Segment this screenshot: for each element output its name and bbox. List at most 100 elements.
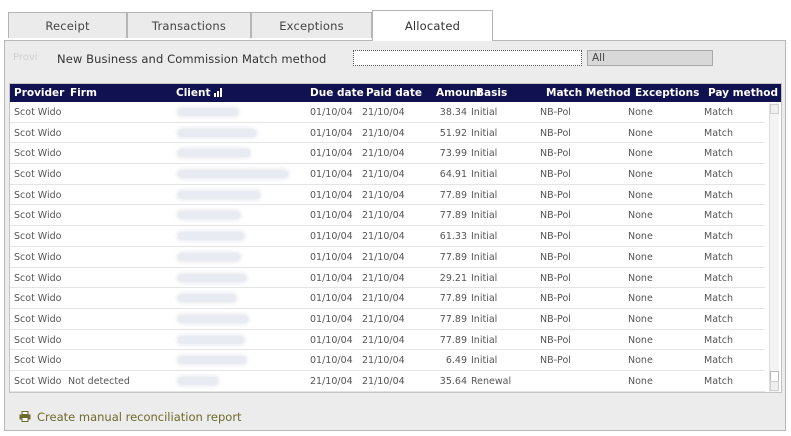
table-row[interactable]: Scot Wido 01/10/04 21/10/04 77.89 Initial NB-… bbox=[10, 205, 765, 227]
cell-client-redacted bbox=[178, 128, 256, 137]
cell-pay-method: Match bbox=[704, 231, 733, 243]
cell-exceptions: None bbox=[628, 107, 653, 118]
table-row[interactable]: Scot Wido 01/10/04 21/10/04 6.49 Initial NB-P… bbox=[10, 350, 765, 371]
col-client[interactable]: Client bbox=[176, 87, 223, 99]
cell-match-method: NB-Pol bbox=[540, 355, 571, 367]
cell-basis: Renewal bbox=[471, 375, 512, 387]
table-row[interactable]: Scot Wido Not detected 21/10/04 21/10/04 35.… bbox=[10, 370, 765, 392]
cell-due-date: 01/10/04 bbox=[310, 272, 353, 284]
cell-match-method: NB-Pol bbox=[540, 334, 571, 346]
tab-allocated[interactable]: Allocated bbox=[372, 10, 493, 41]
cell-due-date: 01/10/04 bbox=[310, 231, 353, 243]
cell-paid-date: 21/10/04 bbox=[362, 355, 405, 367]
cell-provider: Scot Wido bbox=[14, 127, 62, 139]
tab-exceptions[interactable]: Exceptions bbox=[251, 12, 372, 38]
table-header: Provider Firm Client Due date Paid date … bbox=[10, 84, 781, 102]
cell-basis: Initial bbox=[471, 107, 498, 118]
cell-provider: Scot Wido bbox=[14, 231, 62, 243]
bar-chart-sort-icon bbox=[213, 88, 222, 97]
cell-due-date: 01/10/04 bbox=[310, 210, 353, 222]
col-match-method[interactable]: Match Method bbox=[546, 87, 631, 99]
cell-provider: Scot Wido bbox=[14, 355, 62, 367]
col-provider[interactable]: Provider bbox=[14, 87, 64, 99]
cell-due-date: 01/10/04 bbox=[310, 313, 353, 325]
cell-provider: Scot Wido bbox=[14, 313, 62, 325]
table-row[interactable]: Scot Wido 01/10/04 21/10/04 77.89 Initial NB-… bbox=[10, 329, 765, 351]
col-pay-method[interactable]: Pay method bbox=[708, 87, 778, 99]
cell-exceptions: None bbox=[628, 375, 653, 387]
cell-exceptions: None bbox=[628, 148, 653, 160]
cell-client-redacted bbox=[178, 335, 244, 344]
cell-basis: Initial bbox=[471, 210, 498, 222]
cell-exceptions: None bbox=[628, 189, 653, 201]
tab-bar: Receipt Transactions Exceptions Allocate… bbox=[4, 8, 786, 41]
cell-exceptions: None bbox=[628, 293, 653, 305]
cell-due-date: 01/10/04 bbox=[310, 189, 353, 201]
cell-pay-method: Match bbox=[704, 251, 733, 263]
cell-paid-date: 21/10/04 bbox=[362, 293, 405, 305]
cell-exceptions: None bbox=[628, 169, 653, 181]
cell-client-redacted bbox=[178, 211, 240, 220]
cell-client-redacted bbox=[178, 356, 246, 365]
cell-paid-date: 21/10/04 bbox=[362, 127, 405, 139]
cell-client-redacted bbox=[178, 149, 250, 158]
cell-paid-date: 21/10/04 bbox=[362, 169, 405, 181]
col-basis[interactable]: Basis bbox=[476, 87, 507, 99]
col-firm[interactable]: Firm bbox=[70, 87, 97, 99]
printer-icon[interactable] bbox=[19, 411, 31, 422]
cell-amount: 6.49 bbox=[445, 355, 467, 367]
allocated-screen: Receipt Transactions Exceptions Allocate… bbox=[0, 0, 791, 436]
cell-basis: Initial bbox=[471, 313, 498, 325]
cell-client-redacted bbox=[178, 314, 248, 323]
table-row[interactable]: Scot Wido 01/10/04 21/10/04 29.21 Initial NB-… bbox=[10, 267, 765, 289]
cell-exceptions: None bbox=[628, 272, 653, 284]
tab-receipt[interactable]: Receipt bbox=[8, 12, 127, 38]
match-method-select[interactable]: All bbox=[587, 50, 713, 66]
table-row[interactable]: Scot Wido 01/10/04 21/10/04 73.99 Initial NB-… bbox=[10, 143, 765, 165]
tab-transactions[interactable]: Transactions bbox=[127, 12, 251, 38]
cell-match-method: NB-Pol bbox=[540, 251, 571, 263]
cell-provider: Scot Wido bbox=[14, 189, 62, 201]
allocated-panel: Provi New Business and Commission Match … bbox=[4, 40, 786, 431]
cell-exceptions: None bbox=[628, 127, 653, 139]
table-row[interactable]: Scot Wido 01/10/04 21/10/04 77.89 Initial NB-… bbox=[10, 246, 765, 268]
create-report-link[interactable]: Create manual reconciliation report bbox=[37, 410, 242, 424]
match-method-filter: New Business and Commission Match method… bbox=[5, 48, 785, 68]
cell-exceptions: None bbox=[628, 231, 653, 243]
table-row[interactable]: Scot Wido 01/10/04 21/10/04 61.33 Initial NB-… bbox=[10, 226, 765, 247]
cell-match-method: NB-Pol bbox=[540, 189, 571, 201]
table-row[interactable]: Scot Wido 01/10/04 21/10/04 51.92 Initial NB-… bbox=[10, 122, 765, 144]
col-due-date[interactable]: Due date bbox=[310, 87, 364, 99]
cell-amount: 73.99 bbox=[439, 148, 467, 160]
cell-amount: 29.21 bbox=[439, 272, 467, 284]
cell-amount: 77.89 bbox=[439, 251, 467, 263]
cell-match-method: NB-Pol bbox=[540, 210, 571, 222]
cell-due-date: 01/10/04 bbox=[310, 293, 353, 305]
table-row[interactable]: Scot Wido 01/10/04 21/10/04 77.89 Initial NB-… bbox=[10, 288, 765, 309]
allocated-table: Provider Firm Client Due date Paid date … bbox=[9, 83, 782, 393]
cell-paid-date: 21/10/04 bbox=[362, 189, 405, 201]
scroll-down-arrow[interactable] bbox=[770, 381, 779, 391]
col-exceptions[interactable]: Exceptions bbox=[635, 87, 699, 99]
cell-basis: Initial bbox=[471, 127, 498, 139]
table-row[interactable]: Scot Wido 01/10/04 21/10/04 77.89 Initial NB-… bbox=[10, 184, 765, 206]
cell-basis: Initial bbox=[471, 293, 498, 305]
cell-pay-method: Match bbox=[704, 169, 733, 181]
cell-match-method: NB-Pol bbox=[540, 148, 571, 160]
cell-client-redacted bbox=[178, 190, 260, 199]
table-row[interactable]: Scot Wido 01/10/04 21/10/04 38.34 Initial NB-… bbox=[10, 102, 765, 123]
scroll-up-arrow[interactable] bbox=[770, 104, 779, 114]
cell-client-redacted bbox=[178, 294, 236, 303]
cell-match-method: NB-Pol bbox=[540, 293, 571, 305]
cell-pay-method: Match bbox=[704, 127, 733, 139]
table-row[interactable]: Scot Wido 01/10/04 21/10/04 77.89 Initial NB-… bbox=[10, 308, 765, 330]
cell-basis: Initial bbox=[471, 355, 498, 367]
cell-pay-method: Match bbox=[704, 355, 733, 367]
table-row[interactable]: Scot Wido 01/10/04 21/10/04 64.91 Initial NB-… bbox=[10, 164, 765, 185]
table-scrollbar[interactable] bbox=[769, 103, 779, 392]
col-paid-date[interactable]: Paid date bbox=[366, 87, 422, 99]
cell-client-redacted bbox=[178, 273, 246, 282]
cell-paid-date: 21/10/04 bbox=[362, 251, 405, 263]
cell-match-method: NB-Pol bbox=[540, 127, 571, 139]
match-method-input[interactable] bbox=[353, 50, 582, 66]
